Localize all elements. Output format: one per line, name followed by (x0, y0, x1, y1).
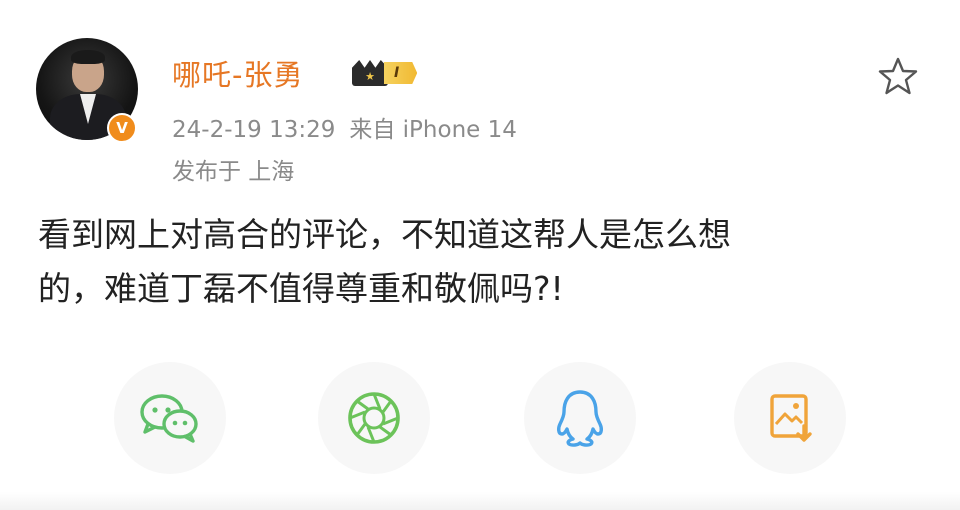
level-label: I (384, 62, 418, 84)
share-wechat-button[interactable] (114, 362, 226, 474)
author-name[interactable]: 哪吒-张勇 (172, 52, 303, 94)
crown-icon: ★ (352, 60, 388, 86)
share-bar (0, 362, 960, 482)
share-moments-button[interactable] (318, 362, 430, 474)
post-text-line-2: 的，难道丁磊不值得尊重和敬佩吗?! (38, 269, 564, 308)
verified-badge-icon: V (107, 113, 137, 143)
avatar-hair (71, 50, 105, 64)
post-date-time: 24-2-19 13:29 (172, 117, 336, 143)
save-image-icon (770, 394, 812, 442)
favorite-star-icon[interactable] (878, 56, 918, 96)
moments-icon (348, 392, 400, 444)
share-qq-button[interactable] (524, 362, 636, 474)
member-level-badge[interactable]: ★ I (352, 58, 418, 88)
post-content: 看到网上对高合的评论，不知道这帮人是怎么想 的，难道丁磊不值得尊重和敬佩吗?! (38, 208, 918, 316)
post-text-line-1: 看到网上对高合的评论，不知道这帮人是怎么想 (38, 215, 731, 254)
qq-icon (557, 390, 603, 447)
save-image-button[interactable] (734, 362, 846, 474)
bottom-divider (0, 492, 960, 510)
wechat-icon (140, 394, 198, 443)
post-meta: 24-2-19 13:29 来自 iPhone 14 (172, 110, 517, 144)
post-source: 来自 iPhone 14 (349, 117, 517, 143)
post-location: 发布于 上海 (172, 159, 295, 185)
